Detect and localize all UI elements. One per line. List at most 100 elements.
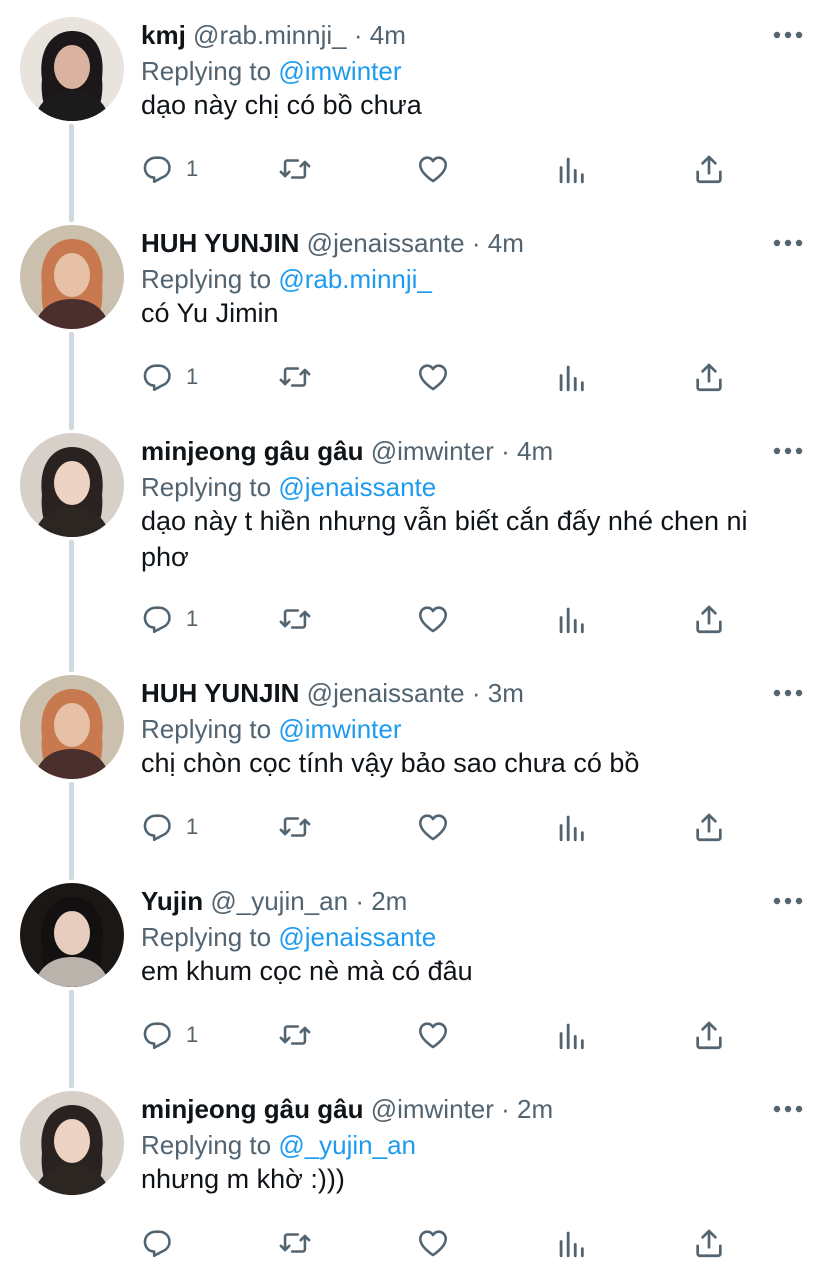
replying-to-handle[interactable]: @imwinter: [278, 56, 401, 86]
analytics-bars-icon: [559, 365, 584, 392]
like-button[interactable]: [416, 599, 450, 639]
heart-icon: [418, 814, 448, 841]
display-name[interactable]: HUH YUNJIN: [141, 228, 299, 258]
analytics-button[interactable]: [554, 1015, 588, 1055]
retweet-button[interactable]: [278, 149, 312, 189]
analytics-bars-icon: [559, 815, 584, 842]
heart-icon: [418, 1022, 448, 1049]
replying-to-handle[interactable]: @imwinter: [278, 714, 401, 744]
tweet[interactable]: HUH YUNJIN @jenaissante · 3m Replying to…: [0, 663, 828, 871]
retweet-button[interactable]: [278, 599, 312, 639]
tweet[interactable]: Yujin @_yujin_an · 2m Replying to @jenai…: [0, 871, 828, 1079]
more-horizontal-icon[interactable]: [768, 679, 808, 707]
reply-button[interactable]: 1: [140, 357, 198, 397]
reply-bubble-icon: [143, 156, 171, 184]
like-button[interactable]: [416, 1223, 450, 1263]
tweet[interactable]: kmj @rab.minnji_ · 4m Replying to @imwin…: [0, 5, 828, 213]
timestamp[interactable]: 4m: [488, 228, 524, 258]
more-horizontal-icon[interactable]: [768, 21, 808, 49]
retweet-icon: [279, 1025, 311, 1045]
tweet[interactable]: minjeong gâu gâu @imwinter · 2m Replying…: [0, 1079, 828, 1287]
more-horizontal-icon[interactable]: [768, 887, 808, 915]
analytics-button[interactable]: [554, 149, 588, 189]
avatar-image: [20, 1091, 124, 1195]
display-name[interactable]: Yujin: [141, 886, 203, 916]
reply-button[interactable]: 1: [140, 599, 198, 639]
reply-bubble-icon: [143, 1230, 171, 1258]
tweet-text: có Yu Jimin: [141, 298, 279, 328]
avatar[interactable]: [20, 17, 124, 121]
more-horizontal-icon[interactable]: [768, 229, 808, 257]
reply-count: 1: [186, 814, 199, 839]
share-button[interactable]: [692, 1223, 726, 1263]
username-handle[interactable]: @jenaissante: [307, 678, 465, 708]
share-button[interactable]: [692, 1015, 726, 1055]
like-button[interactable]: [416, 357, 450, 397]
retweet-button[interactable]: [278, 1223, 312, 1263]
heart-icon: [418, 606, 448, 633]
display-name[interactable]: minjeong gâu gâu: [141, 1094, 363, 1124]
timestamp[interactable]: 2m: [371, 886, 407, 916]
reply-button[interactable]: 1: [140, 149, 198, 189]
like-button[interactable]: [416, 1015, 450, 1055]
analytics-button[interactable]: [554, 807, 588, 847]
username-handle[interactable]: @_yujin_an: [210, 886, 348, 916]
more-horizontal-icon[interactable]: [768, 1095, 808, 1123]
avatar[interactable]: [20, 675, 124, 779]
retweet-icon: [279, 159, 311, 179]
replying-to-handle[interactable]: @jenaissante: [278, 922, 436, 952]
share-button[interactable]: [692, 807, 726, 847]
replying-to-label: Replying to: [141, 56, 272, 86]
reply-button[interactable]: [140, 1223, 186, 1263]
analytics-button[interactable]: [554, 1223, 588, 1263]
reply-button[interactable]: 1: [140, 807, 198, 847]
avatar[interactable]: [20, 883, 124, 987]
share-icon: [696, 1021, 722, 1050]
timestamp[interactable]: 3m: [488, 678, 524, 708]
share-icon: [696, 155, 722, 184]
more-horizontal-icon[interactable]: [768, 437, 808, 465]
display-name[interactable]: minjeong gâu gâu: [141, 436, 363, 466]
analytics-bars-icon: [559, 1023, 584, 1050]
retweet-button[interactable]: [278, 357, 312, 397]
timestamp[interactable]: 4m: [517, 436, 553, 466]
username-handle[interactable]: @jenaissante: [307, 228, 465, 258]
display-name[interactable]: HUH YUNJIN: [141, 678, 299, 708]
analytics-button[interactable]: [554, 357, 588, 397]
heart-icon: [418, 156, 448, 183]
replying-to-label: Replying to: [141, 264, 272, 294]
username-handle[interactable]: @rab.minnji_: [193, 20, 347, 50]
timestamp[interactable]: 2m: [517, 1094, 553, 1124]
display-name[interactable]: kmj: [141, 20, 186, 50]
share-button[interactable]: [692, 149, 726, 189]
avatar-image: [20, 17, 124, 121]
tweet-text: chị chòn cọc tính vậy bảo sao chưa có bồ: [141, 748, 640, 778]
share-button[interactable]: [692, 357, 726, 397]
tweet-actions: 1: [140, 807, 740, 847]
retweet-icon: [279, 367, 311, 387]
retweet-button[interactable]: [278, 1015, 312, 1055]
avatar[interactable]: [20, 1091, 124, 1195]
analytics-button[interactable]: [554, 599, 588, 639]
replying-to-handle[interactable]: @rab.minnji_: [278, 264, 432, 294]
replying-to-handle[interactable]: @jenaissante: [278, 472, 436, 502]
avatar[interactable]: [20, 433, 124, 537]
avatar-image: [20, 433, 124, 537]
tweet[interactable]: minjeong gâu gâu @imwinter · 4m Replying…: [0, 421, 828, 634]
separator-dot: ·: [501, 436, 510, 466]
separator-dot: ·: [501, 1094, 510, 1124]
replying-to-handle[interactable]: @_yujin_an: [278, 1130, 416, 1160]
like-button[interactable]: [416, 149, 450, 189]
username-handle[interactable]: @imwinter: [371, 436, 494, 466]
avatar[interactable]: [20, 225, 124, 329]
tweet[interactable]: HUH YUNJIN @jenaissante · 4m Replying to…: [0, 213, 828, 421]
like-button[interactable]: [416, 807, 450, 847]
reply-button[interactable]: 1: [140, 1015, 198, 1055]
username-handle[interactable]: @imwinter: [371, 1094, 494, 1124]
replying-to-line: Replying to @imwinter: [141, 53, 402, 89]
tweet-text: dạo này chị có bồ chưa: [141, 90, 422, 120]
retweet-button[interactable]: [278, 807, 312, 847]
share-button[interactable]: [692, 599, 726, 639]
timestamp[interactable]: 4m: [370, 20, 406, 50]
heart-icon: [418, 364, 448, 391]
